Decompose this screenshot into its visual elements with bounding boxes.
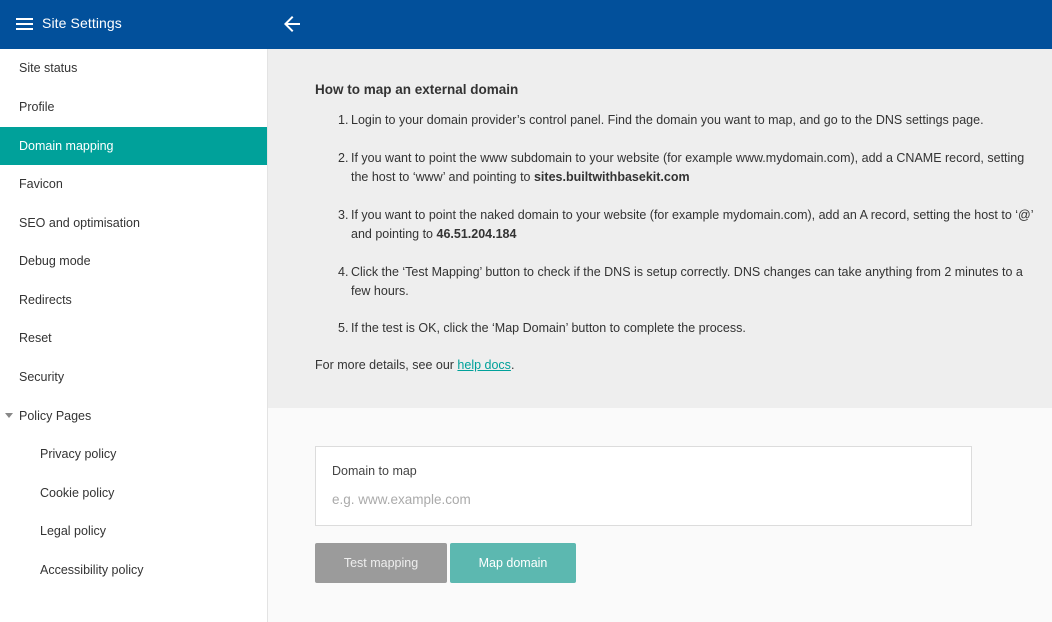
sidebar-item-domain-mapping[interactable]: Domain mapping — [0, 127, 267, 165]
step-text: Click the ‘Test Mapping’ button to check… — [351, 265, 1023, 298]
step-number: 1. — [338, 113, 349, 127]
domain-input[interactable] — [332, 487, 952, 511]
sidebar-item-seo[interactable]: SEO and optimisation — [0, 204, 267, 242]
cname-target: sites.builtwithbasekit.com — [533, 170, 690, 184]
step-number: 4. — [338, 265, 349, 279]
step-number: 5. — [338, 321, 349, 335]
map-domain-button[interactable]: Map domain — [450, 543, 576, 583]
top-app-bar: Site Settings — [0, 0, 1052, 49]
instruction-step: 1. Login to your domain provider’s contr… — [338, 111, 1041, 130]
sidebar-item-site-status[interactable]: Site status — [0, 49, 267, 87]
app-title: Site Settings — [42, 15, 122, 31]
sidebar-item-cookie-policy[interactable]: Cookie policy — [0, 474, 267, 512]
step-number: 3. — [338, 208, 349, 222]
step-text: If the test is OK, click the ‘Map Domain… — [351, 321, 746, 335]
domain-form-card: Domain to map — [315, 446, 972, 526]
sidebar-item-favicon[interactable]: Favicon — [0, 165, 267, 203]
sidebar-item-debug-mode[interactable]: Debug mode — [0, 242, 267, 280]
caret-down-icon — [5, 413, 13, 418]
step-number: 2. — [338, 151, 349, 165]
instruction-step: 5. If the test is OK, click the ‘Map Dom… — [338, 319, 1041, 338]
more-details-text: For more details, see our help docs. — [315, 358, 514, 372]
sidebar-item-privacy-policy[interactable]: Privacy policy — [0, 435, 267, 473]
instructions-title: How to map an external domain — [315, 82, 519, 97]
sidebar-item-label: Policy Pages — [19, 409, 92, 423]
step-text: Login to your domain provider’s control … — [351, 113, 984, 127]
help-docs-link[interactable]: help docs — [457, 358, 511, 372]
instruction-step: 2. If you want to point the www subdomai… — [338, 149, 1041, 187]
back-arrow-icon[interactable] — [280, 12, 304, 36]
sidebar-item-reset[interactable]: Reset — [0, 319, 267, 357]
a-record-ip: 46.51.204.184 — [436, 227, 517, 241]
sidebar-item-accessibility-policy[interactable]: Accessibility policy — [0, 551, 267, 589]
settings-sidebar: Site status Profile Domain mapping Favic… — [0, 49, 268, 622]
hamburger-menu-icon[interactable] — [16, 18, 33, 30]
more-details-prefix: For more details, see our — [315, 358, 458, 372]
sidebar-item-legal-policy[interactable]: Legal policy — [0, 512, 267, 550]
more-details-suffix: . — [510, 358, 515, 372]
instruction-step: 3. If you want to point the naked domain… — [338, 206, 1041, 244]
domain-field-label: Domain to map — [332, 464, 417, 478]
test-mapping-button[interactable]: Test mapping — [315, 543, 447, 583]
instructions-panel: How to map an external domain 1. Login t… — [268, 49, 1052, 408]
sidebar-item-redirects[interactable]: Redirects — [0, 281, 267, 319]
sidebar-item-security[interactable]: Security — [0, 358, 267, 396]
sidebar-item-policy-pages[interactable]: Policy Pages — [0, 397, 267, 435]
sidebar-item-profile[interactable]: Profile — [0, 88, 267, 126]
instruction-step: 4. Click the ‘Test Mapping’ button to ch… — [338, 263, 1041, 301]
